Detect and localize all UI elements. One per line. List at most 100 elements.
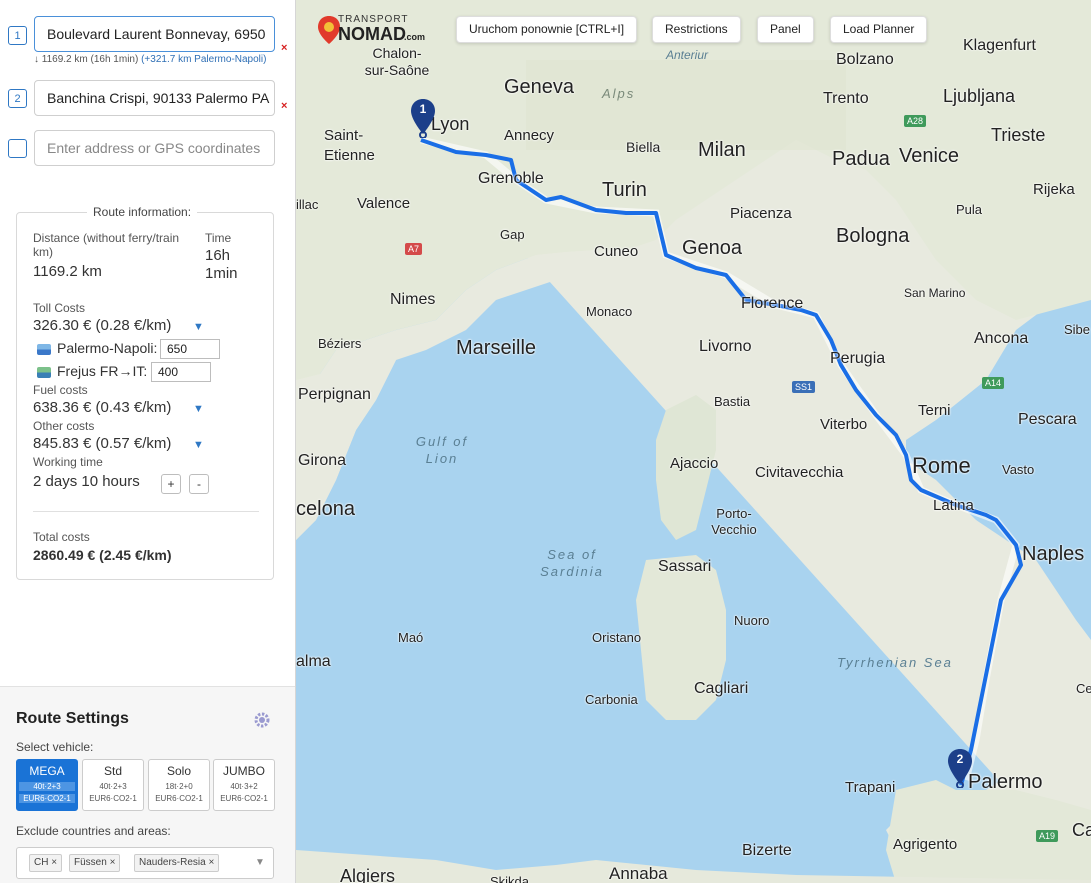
- sea-label: Anteriur: [666, 48, 709, 62]
- road-shield: SS1: [792, 381, 816, 393]
- city-label: Skikda: [490, 874, 530, 883]
- city-label: Perpignan: [298, 386, 371, 403]
- city-label: Chalon-sur-Saône: [364, 45, 430, 78]
- exclude-label: Exclude countries and areas:: [16, 824, 171, 838]
- working-time-label: Working time: [33, 455, 103, 469]
- city-label: Bolzano: [836, 51, 894, 68]
- road-shield: A28: [904, 115, 927, 127]
- destination-address-input[interactable]: Banchina Crispi, 90133 Palermo PA: [34, 80, 275, 116]
- divider: [33, 511, 259, 512]
- city-label: Milan: [698, 139, 746, 161]
- vehicle-spec: 40t·2+3: [99, 782, 127, 791]
- exclude-chip-nauders[interactable]: Nauders-Resia ×: [134, 854, 220, 872]
- destination-marker[interactable]: 2: [947, 748, 973, 788]
- city-label: Rome: [912, 453, 971, 478]
- gear-icon[interactable]: [253, 711, 271, 729]
- exclude-chip-ch[interactable]: CH ×: [29, 854, 63, 872]
- vehicle-spec: 40t·3+2: [230, 782, 258, 791]
- vehicle-jumbo[interactable]: JUMBO 40t·3+2 EUR6·CO2-1: [213, 759, 275, 811]
- city-label: Cesi: [1076, 681, 1091, 696]
- total-costs-value: 2860.49 € (2.45 €/km): [33, 547, 172, 563]
- vehicle-name: MEGA: [29, 764, 65, 778]
- toll-expand-icon[interactable]: ▼: [193, 321, 204, 333]
- city-label: Venice: [899, 145, 960, 167]
- panel-button[interactable]: Panel: [757, 16, 814, 43]
- city-label: Florence: [741, 295, 804, 312]
- vehicle-std[interactable]: Std 40t·2+3 EUR6·CO2-1: [82, 759, 144, 811]
- load-planner-button[interactable]: Load Planner: [830, 16, 928, 43]
- city-label: Ajaccio: [670, 455, 719, 472]
- exclude-chip-fussen[interactable]: Füssen ×: [69, 854, 121, 872]
- marker-label: 1: [419, 102, 427, 116]
- city-label: Béziers: [318, 336, 362, 351]
- segment-ferry-extra: (+321.7 km Palermo-Napoli): [141, 54, 267, 65]
- time-value-hours: 16h: [205, 247, 231, 264]
- city-label: Vasto: [1002, 462, 1035, 477]
- city-label: Palermo: [968, 771, 1043, 793]
- tunnel-icon: [37, 367, 51, 378]
- city-label: Monaco: [586, 304, 633, 319]
- restart-button[interactable]: Uruchom ponownie [CTRL+I]: [456, 16, 638, 43]
- route-settings-title: Route Settings: [16, 710, 129, 727]
- city-label: Agrigento: [893, 836, 958, 853]
- city-label: Latina: [933, 497, 974, 514]
- route-settings-panel: Route Settings Select vehicle: MEGA 40t·…: [0, 686, 295, 883]
- origin-address-input[interactable]: Boulevard Laurent Bonnevay, 6950: [34, 16, 275, 52]
- other-costs-label: Other costs: [33, 419, 95, 433]
- city-label: Annaba: [609, 864, 668, 883]
- other-costs-value: 845.83 € (0.57 €/km): [33, 435, 172, 452]
- map-view[interactable]: TRANSPORT NOMAD .com Uruchom ponownie [C…: [296, 0, 1091, 883]
- segment-summary: ↓ 1169.2 km (16h 1min) (+321.7 km Palerm…: [34, 54, 274, 66]
- city-label: Perugia: [830, 350, 886, 367]
- city-label: Cagliari: [694, 680, 749, 697]
- city-label: Pescara: [1018, 411, 1077, 428]
- origin-marker[interactable]: 1: [410, 98, 436, 138]
- vehicle-name: Std: [103, 764, 122, 778]
- time-value-minutes: 1min: [205, 265, 238, 282]
- frejus-cost-input[interactable]: 400: [151, 362, 211, 382]
- distance-value: 1169.2 km: [33, 263, 102, 280]
- logo-suffix: .com: [404, 32, 426, 42]
- new-address-input[interactable]: Enter address or GPS coordinates: [34, 130, 275, 166]
- remove-destination-icon[interactable]: ×: [281, 100, 287, 112]
- vehicle-mega[interactable]: MEGA 40t·2+3 EUR6·CO2-1: [16, 759, 78, 811]
- city-label: Padua: [832, 148, 890, 170]
- city-label: Algiers: [340, 866, 396, 883]
- city-label: Trento: [823, 90, 869, 107]
- other-expand-icon[interactable]: ▼: [193, 439, 204, 451]
- city-label: Ancona: [974, 330, 1029, 347]
- city-label: Klagenfurt: [963, 37, 1036, 54]
- city-label: Lyon: [431, 114, 470, 134]
- city-label: Ljubljana: [943, 86, 1016, 106]
- chevron-down-icon[interactable]: ▼: [255, 857, 265, 868]
- city-label: celona: [296, 498, 355, 520]
- waypoint-index-1: 1: [8, 26, 27, 45]
- city-label: Terni: [918, 402, 951, 419]
- city-label: Grenoble: [478, 170, 544, 187]
- ferry-palermo-cost-input[interactable]: 650: [160, 339, 220, 359]
- city-label: Sibe: [1064, 322, 1091, 337]
- vehicle-solo[interactable]: Solo 18t·2+0 EUR6·CO2-1: [148, 759, 210, 811]
- ferry-icon: [37, 344, 51, 355]
- segment-distance: ↓ 1169.2 km (16h 1min): [34, 54, 139, 65]
- city-label: Porto-Vecchio: [711, 506, 757, 537]
- waypoint-index-2: 2: [8, 89, 27, 108]
- city-label: Cuneo: [594, 243, 639, 260]
- working-time-plus-button[interactable]: +: [161, 474, 181, 494]
- restrictions-button[interactable]: Restrictions: [652, 16, 741, 43]
- remove-origin-icon[interactable]: ×: [281, 42, 287, 54]
- fuel-expand-icon[interactable]: ▼: [193, 403, 204, 415]
- city-label: Sassari: [658, 558, 712, 575]
- city-label: Turin: [602, 179, 647, 201]
- city-label: Livorno: [699, 338, 752, 355]
- city-label: Bizerte: [742, 842, 792, 859]
- city-label: Rijeka: [1033, 181, 1075, 198]
- vehicle-emission: EUR6·CO2-1: [155, 794, 203, 803]
- vehicle-name: Solo: [166, 764, 192, 778]
- ferry-palermo-label: Palermo-Napoli:: [57, 340, 158, 356]
- city-label: Valence: [357, 195, 411, 212]
- working-time-value: 2 days 10 hours: [33, 473, 140, 490]
- working-time-minus-button[interactable]: -: [189, 474, 209, 494]
- sea-label: Sea of Sardinia: [540, 547, 604, 579]
- city-label: Maó: [398, 630, 424, 645]
